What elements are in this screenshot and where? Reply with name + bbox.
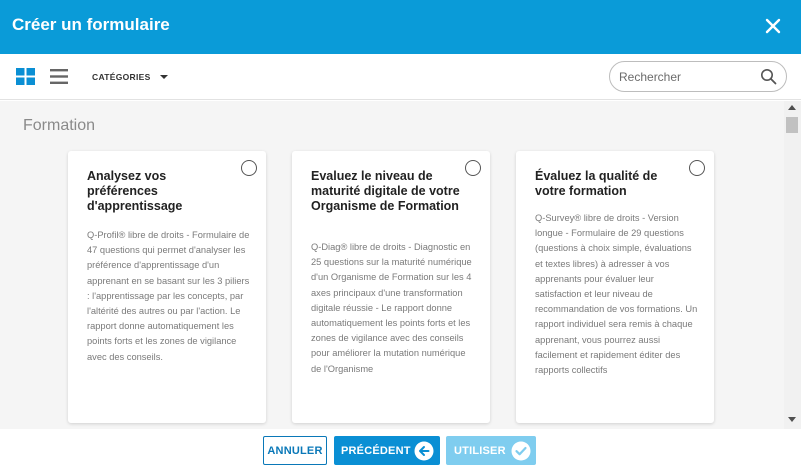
cancel-button-label: ANNULER	[267, 444, 323, 457]
form-card-profil[interactable]: Analysez vos préférences d'apprentissage…	[68, 151, 266, 423]
card-description: Q-Profil® libre de droits - Formulaire d…	[87, 230, 250, 362]
search-icon[interactable]	[760, 68, 777, 85]
search-input[interactable]	[619, 68, 757, 86]
use-button[interactable]: UTILISER	[446, 436, 536, 465]
dialog-header: Créer un formulaire	[0, 0, 801, 54]
arrow-left-icon	[414, 441, 434, 461]
card-title: Evaluez le niveau de maturité digitale d…	[311, 169, 460, 213]
previous-button[interactable]: PRÉCÉDENT	[334, 436, 440, 465]
close-icon	[765, 18, 781, 34]
dialog-footer: ANNULER PRÉCÉDENT UTILISER	[0, 429, 801, 470]
close-button[interactable]	[763, 16, 783, 36]
card-description: Q-Diag® libre de droits - Diagnostic en …	[311, 242, 472, 374]
use-button-label: UTILISER	[454, 444, 506, 457]
vertical-scrollbar[interactable]	[784, 101, 801, 429]
grid-view-button[interactable]	[16, 68, 35, 85]
form-card-survey[interactable]: Évaluez la qualité de votre formation Q-…	[516, 151, 714, 423]
card-description: Q-Survey® libre de droits - Version long…	[535, 213, 698, 376]
scroll-down-arrow-icon[interactable]	[788, 417, 796, 422]
card-title: Évaluez la qualité de votre formation	[535, 169, 658, 198]
list-view-icon	[50, 69, 68, 84]
form-card-diag[interactable]: Evaluez le niveau de maturité digitale d…	[292, 151, 490, 423]
card-select-radio[interactable]	[241, 160, 257, 176]
check-icon	[511, 441, 531, 461]
categories-dropdown[interactable]: CATÉGORIES	[92, 70, 168, 84]
dialog-title: Créer un formulaire	[12, 15, 170, 34]
previous-button-label: PRÉCÉDENT	[341, 444, 411, 457]
grid-view-icon	[16, 68, 35, 85]
section-title: Formation	[23, 117, 96, 134]
toolbar: CATÉGORIES	[0, 54, 801, 100]
create-form-dialog: Créer un formulaire CATÉGORIES Recherche…	[0, 0, 801, 470]
categories-label: CATÉGORIES	[92, 72, 151, 82]
cancel-button[interactable]: ANNULER	[263, 436, 327, 465]
scroll-up-arrow-icon[interactable]	[788, 105, 796, 110]
scroll-thumb[interactable]	[786, 117, 798, 133]
card-select-radio[interactable]	[689, 160, 705, 176]
form-list-area: Formation Analysez vos préférences d'app…	[0, 101, 801, 429]
search-box	[609, 61, 787, 92]
list-view-button[interactable]	[50, 68, 68, 85]
caret-down-icon	[159, 75, 168, 79]
card-select-radio[interactable]	[465, 160, 481, 176]
card-title: Analysez vos préférences d'apprentissage	[87, 169, 183, 213]
